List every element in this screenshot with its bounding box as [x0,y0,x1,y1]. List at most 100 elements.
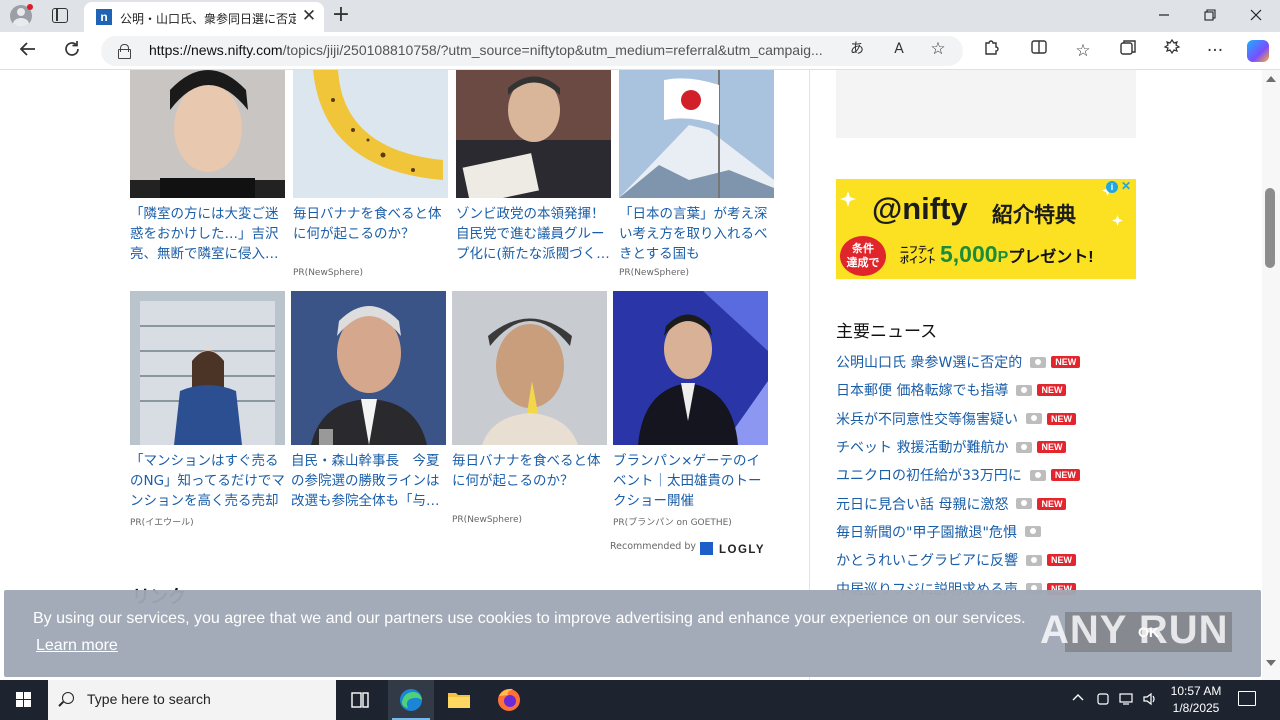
cookie-ok-button[interactable]: OK [1065,612,1232,652]
read-aloud-icon[interactable]: A [885,36,913,62]
ad-info-icon[interactable]: i [1106,181,1118,193]
article-thumbnail[interactable] [130,291,285,445]
article-title[interactable]: 「日本の言葉」が考え深い考え方を取り入れるべきとする国も [619,204,774,264]
article-card[interactable]: 毎日バナナを食べると体に何が起こるのか？ PR(NewSphere) [452,291,607,525]
volume-icon[interactable] [1142,692,1158,710]
news-item[interactable]: 日本郵便 価格転嫁でも指導 NEW [836,376,1136,404]
restore-button[interactable] [1188,4,1232,28]
firefox-icon[interactable] [486,680,532,720]
article-card[interactable]: 「マンションはすぐ売るのNG」知ってるだけでマンションを高く売る売却術」 PR(… [130,291,285,528]
camera-icon [1016,498,1033,510]
recommended-by-label: Recommended by [610,541,697,552]
news-item[interactable]: 米兵が不同意性交等傷害疑い NEW [836,405,1136,433]
new-tab-button[interactable]: + [330,3,352,27]
camera-icon [1016,384,1033,396]
article-title[interactable]: 毎日バナナを食べると体に何が起こるのか？ [293,204,448,264]
collections-icon[interactable] [1114,38,1142,64]
sidebar-ad-placeholder [836,70,1136,138]
file-explorer-icon[interactable] [436,680,482,720]
article-thumbnail[interactable] [130,70,285,198]
copilot-icon[interactable] [1247,40,1269,62]
news-item[interactable]: かとうれいこグラビアに反響 NEW [836,546,1136,574]
learn-more-link[interactable]: Learn more [36,637,118,655]
task-view-icon[interactable] [337,680,383,720]
profile-alert-dot [27,4,33,10]
new-badge: NEW [1047,412,1076,425]
article-thumbnail[interactable] [291,291,446,445]
camera-icon [1016,441,1033,453]
article-title[interactable]: 自民・森山幹事長 今夏の参院選の勝敗ラインは改選も参院全体も「与… [291,451,446,511]
settings-more-icon[interactable]: ··· [1201,38,1229,64]
article-card[interactable]: 自民・森山幹事長 今夏の参院選の勝敗ラインは改選も参院全体も「与… [291,291,446,511]
camera-icon [1029,469,1046,481]
tray-overflow-icon[interactable] [1072,692,1084,708]
article-thumbnail[interactable] [293,70,448,198]
network-icon[interactable] [1119,692,1135,710]
new-badge: NEW [1037,441,1067,454]
url-field[interactable]: https://news.nifty.com/topics/jiji/25010… [101,36,963,66]
search-icon [62,692,74,704]
scroll-down-arrow-icon[interactable] [1266,660,1276,666]
browser-essentials-icon[interactable] [1158,38,1186,64]
lock-icon[interactable] [118,44,131,59]
new-badge: NEW [1037,384,1067,397]
news-item[interactable]: 公明山口氏 衆参W選に否定的 NEW [836,348,1136,376]
article-thumbnail[interactable] [619,70,774,198]
article-title[interactable]: ブランパン×ゲーテのイベント｜太田雄貴のトークショー開催 [613,451,768,511]
logly-logo[interactable]: LOGLY [700,542,765,556]
article-source: PR(NewSphere) [452,515,523,525]
scrollbar-thumb[interactable] [1265,188,1275,268]
favorites-icon[interactable]: ☆ [1069,38,1097,64]
ad-close-icon[interactable]: ✕ [1121,180,1133,192]
article-thumbnail[interactable] [613,291,768,445]
system-clock[interactable]: 10:57 AM 1/8/2025 [1163,683,1229,717]
camera-icon [1030,356,1047,368]
tab-actions-icon[interactable] [52,8,68,23]
article-title[interactable]: 「マンションはすぐ売るのNG」知ってるだけでマンションを高く売る売却術」 [130,451,285,511]
notification-icon[interactable] [1238,691,1256,706]
article-card[interactable]: ブランパン×ゲーテのイベント｜太田雄貴のトークショー開催 PR(ブランパン on… [613,291,768,528]
start-button[interactable] [0,680,48,720]
tray-app-icon[interactable] [1096,692,1110,710]
page-scrollbar[interactable] [1262,70,1280,680]
article-card[interactable]: 毎日バナナを食べると体に何が起こるのか？ PR(NewSphere) [293,70,448,278]
edge-taskbar-icon[interactable] [388,680,434,720]
close-window-button[interactable] [1234,4,1278,28]
news-item[interactable]: 元日に見合い話 母親に激怒 NEW [836,489,1136,517]
cookie-consent-banner: By using our services, you agree that we… [4,590,1261,677]
logly-mark-icon [700,542,713,555]
new-badge: NEW [1037,497,1067,510]
article-thumbnail[interactable] [456,70,611,198]
banner-condition-badge: 条件 達成で [840,236,886,276]
close-tab-icon[interactable]: ✕ [300,7,318,25]
news-item[interactable]: ユニクロの初任給が33万円に NEW [836,461,1136,489]
article-thumbnail[interactable] [452,291,607,445]
clock-time: 10:57 AM [1170,684,1222,698]
article-card[interactable]: 「隣室の方には大変ご迷惑をおかけした…」吉沢亮、無断で隣室に侵入… [130,70,285,264]
favorite-star-icon[interactable]: ☆ [924,36,952,62]
minimize-button[interactable] [1142,4,1186,28]
search-placeholder: Type here to search [87,691,211,707]
windows-logo-icon [16,692,32,708]
nifty-favicon-icon: n [96,9,112,25]
taskbar-search-box[interactable]: Type here to search [48,680,336,720]
back-button[interactable] [14,38,42,64]
extensions-icon[interactable] [977,38,1005,64]
new-badge: NEW [1051,356,1081,369]
tab-title: 公明・山口氏、衆参同日選に否定的 [120,12,296,26]
refresh-button[interactable] [58,38,86,64]
scroll-up-arrow-icon[interactable] [1266,76,1276,82]
news-item[interactable]: 毎日新聞の"甲子園撤退"危惧 [836,518,1136,546]
nifty-referral-banner[interactable]: @nifty 紹介特典 条件 達成で ニフティポイント 5,000Pプレゼント! … [836,179,1136,279]
news-item[interactable]: チベット 救援活動が難航か NEW [836,433,1136,461]
article-source: PR(ブランパン on GOETHE) [613,518,732,528]
translate-icon[interactable]: あ [843,36,871,62]
article-title[interactable]: 「隣室の方には大変ご迷惑をおかけした…」吉沢亮、無断で隣室に侵入… [130,204,285,264]
article-card[interactable]: ゾンビ政党の本領発揮！自民党で進む議員グループ化に(新たな派閥づく… [456,70,611,264]
article-title[interactable]: 毎日バナナを食べると体に何が起こるのか？ [452,451,607,511]
windows-taskbar: Type here to search 10:57 AM 1/8/2025 [0,680,1280,720]
active-tab[interactable]: n 公明・山口氏、衆参同日選に否定的 ✕ [84,2,324,32]
split-screen-icon[interactable] [1025,38,1053,64]
article-card[interactable]: 「日本の言葉」が考え深い考え方を取り入れるべきとする国も PR(NewSpher… [619,70,774,278]
article-title[interactable]: ゾンビ政党の本領発揮！自民党で進む議員グループ化に(新たな派閥づく… [456,204,611,264]
